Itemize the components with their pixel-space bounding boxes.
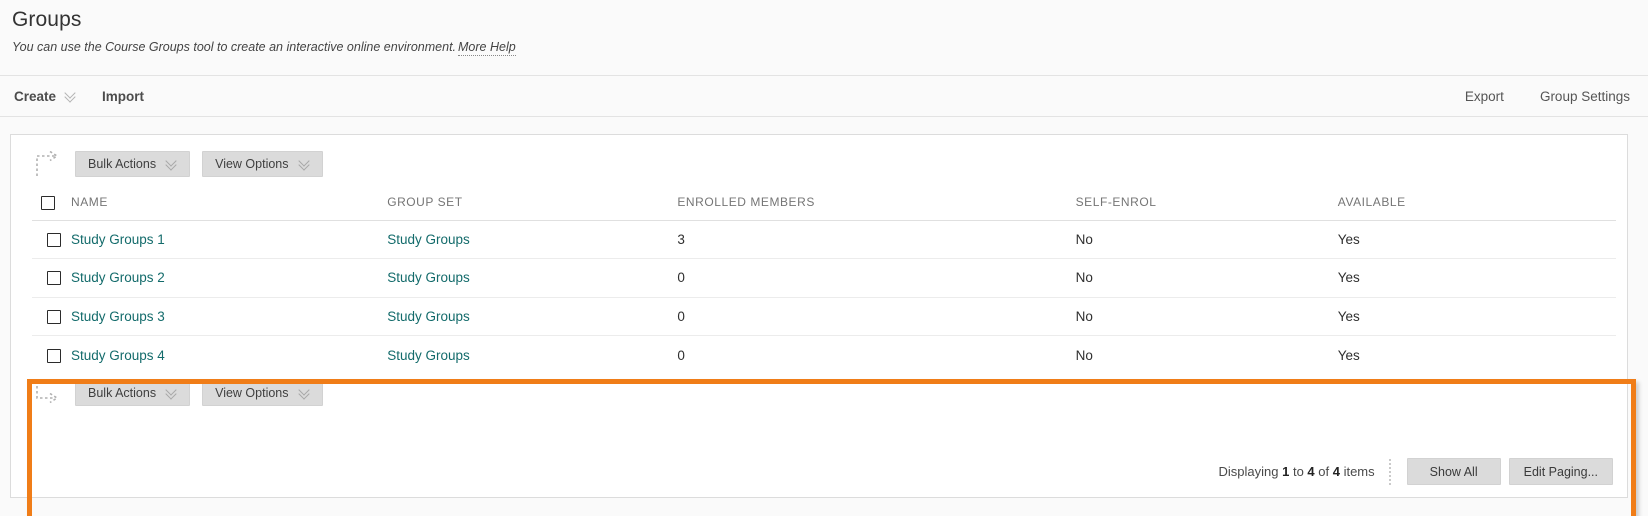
cell-group-set: Study Groups [385,335,676,374]
row-checkbox[interactable] [47,309,61,324]
cell-self-enrol: No [1073,220,1336,259]
groups-page: Groups You can use the Course Groups too… [0,0,1648,516]
chevron-down-double-icon [65,90,76,102]
displaying-to: 4 [1307,464,1315,479]
create-menu-label: Create [14,88,57,104]
column-header-name[interactable]: NAME [69,185,386,221]
view-options-button-top[interactable]: View Options [202,151,323,177]
group-set-link[interactable]: Study Groups [387,309,470,324]
group-settings-label: Group Settings [1539,88,1630,104]
create-menu-button[interactable]: Create [14,89,76,104]
bulk-actions-button-bottom[interactable]: Bulk Actions [75,380,191,406]
cell-available: Yes [1335,297,1616,336]
row-select-cell [32,335,70,374]
column-header-self-enrol[interactable]: SELF-ENROL [1073,185,1336,221]
cell-available: Yes [1335,220,1616,259]
bulk-actions-label: Bulk Actions [88,157,157,171]
table-row: Study Groups 3 Study Groups 0 No Yes [32,297,1616,336]
select-all-checkbox[interactable] [41,195,55,210]
displaying-prefix: Displaying [1218,464,1283,479]
footer-divider [1388,458,1391,485]
page-header: Groups You can use the Course Groups too… [0,0,1648,56]
group-set-link[interactable]: Study Groups [387,270,470,285]
cell-enrolled-members: 0 [675,297,1074,336]
row-checkbox[interactable] [47,348,61,363]
cell-group-set: Study Groups [385,297,676,336]
cell-self-enrol: No [1073,297,1336,336]
row-select-cell [32,297,70,336]
export-label: Export [1464,88,1504,104]
cell-name: Study Groups 1 [69,220,386,259]
action-bar: Create Import Export Group Settings [0,75,1648,117]
group-name-link[interactable]: Study Groups 4 [71,348,165,363]
cell-available: Yes [1335,258,1616,298]
more-help-link[interactable]: More Help [458,40,516,56]
view-options-label: View Options [215,157,289,171]
row-select-cell [32,258,70,298]
table-row: Study Groups 2 Study Groups 0 No Yes [32,258,1616,298]
bulk-actions-button-top[interactable]: Bulk Actions [75,151,191,177]
table-row: Study Groups 1 Study Groups 3 No Yes [32,220,1616,259]
cell-self-enrol: No [1073,258,1336,298]
group-name-link[interactable]: Study Groups 1 [71,232,165,247]
displaying-of: of [1314,464,1333,479]
show-all-button[interactable]: Show All [1406,458,1501,485]
row-select-cell [32,220,70,259]
cell-name: Study Groups 2 [69,258,386,298]
toolbar-top: Bulk Actions View Options [11,145,1627,183]
cell-enrolled-members: 3 [675,220,1074,259]
action-bar-right: Export Group Settings [1465,89,1648,104]
chevron-down-double-icon [299,387,310,399]
groups-table-head: NAME GROUP SET ENROLLED MEMBERS SELF-ENR… [32,185,1616,221]
column-header-available[interactable]: AVAILABLE [1335,185,1616,221]
table-header-row: NAME GROUP SET ENROLLED MEMBERS SELF-ENR… [32,185,1616,221]
cell-name: Study Groups 3 [69,297,386,336]
select-all-header [32,185,70,221]
groups-panel: Bulk Actions View Options NAME GROUP SET… [10,134,1636,516]
chevron-down-double-icon [166,158,177,170]
chevron-down-double-icon [166,387,177,399]
row-checkbox[interactable] [47,232,61,247]
import-button[interactable]: Import [102,89,144,104]
toolbar-bottom: Bulk Actions View Options [11,374,1627,412]
page-title: Groups [12,8,82,31]
displaying-status: Displaying 1 to 4 of 4 items [1219,464,1375,479]
cell-group-set: Study Groups [385,220,676,259]
cell-available: Yes [1335,335,1616,374]
displaying-suffix: items [1339,464,1375,479]
dotted-arrow-icon [33,150,63,177]
view-options-button-bottom[interactable]: View Options [202,380,323,406]
cell-name: Study Groups 4 [69,335,386,374]
page-description-text: You can use the Course Groups tool to cr… [12,40,457,54]
table-row: Study Groups 4 Study Groups 0 No Yes [32,335,1616,374]
group-settings-button[interactable]: Group Settings [1540,89,1630,104]
group-set-link[interactable]: Study Groups [387,232,470,247]
import-label: Import [102,88,145,104]
dotted-arrow-icon [33,380,63,406]
action-bar-left: Create Import [0,89,144,104]
group-set-link[interactable]: Study Groups [387,348,470,363]
column-header-group-set[interactable]: GROUP SET [385,185,676,221]
group-name-link[interactable]: Study Groups 2 [71,270,165,285]
group-name-link[interactable]: Study Groups 3 [71,309,165,324]
paging-footer: Displaying 1 to 4 of 4 items Show All Ed… [1219,458,1613,485]
displaying-mid: to [1289,464,1308,479]
column-header-enrolled-members[interactable]: ENROLLED MEMBERS [675,185,1074,221]
export-button[interactable]: Export [1465,89,1504,104]
cell-enrolled-members: 0 [675,335,1074,374]
chevron-down-double-icon [299,158,310,170]
groups-table: NAME GROUP SET ENROLLED MEMBERS SELF-ENR… [32,185,1616,374]
edit-paging-button[interactable]: Edit Paging... [1508,458,1613,485]
cell-self-enrol: No [1073,335,1336,374]
cell-group-set: Study Groups [385,258,676,298]
groups-table-body: Study Groups 1 Study Groups 3 No Yes Stu… [32,220,1616,374]
bulk-actions-label: Bulk Actions [88,386,157,400]
displaying-total: 4 [1332,464,1340,479]
page-description: You can use the Course Groups tool to cr… [12,38,1648,56]
groups-table-wrap: NAME GROUP SET ENROLLED MEMBERS SELF-ENR… [32,185,1616,374]
cell-enrolled-members: 0 [675,258,1074,298]
view-options-label: View Options [215,386,289,400]
row-checkbox[interactable] [47,271,61,286]
